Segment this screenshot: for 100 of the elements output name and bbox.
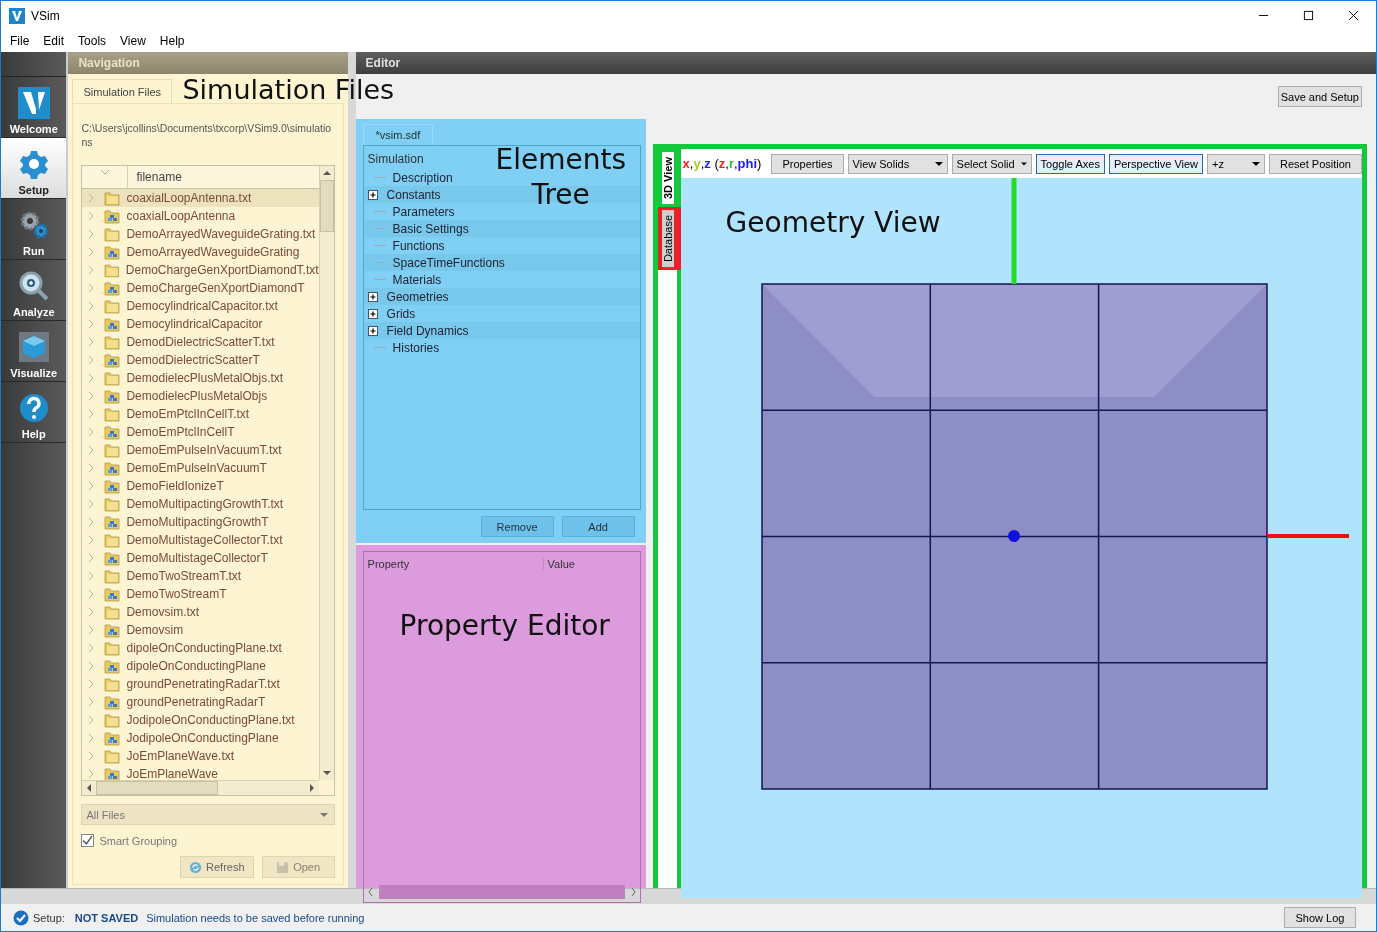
tree-item[interactable]: Functions: [392, 238, 445, 253]
file-row[interactable]: DemoMultipactingGrowthT: [82, 513, 319, 532]
rail-tab[interactable]: Analyze: [1, 260, 67, 321]
expand-icon[interactable]: [367, 308, 378, 319]
file-row[interactable]: DemoEmPulseInVacuumT.txt: [82, 441, 319, 460]
file-row[interactable]: JoEmPlaneWave: [82, 765, 319, 781]
scroll-left-icon[interactable]: [367, 888, 373, 896]
vertical-scrollbar[interactable]: [318, 166, 334, 781]
toolbar-dropdown[interactable]: View Solids: [847, 153, 948, 174]
rail-tab[interactable]: Welcome: [1, 77, 67, 138]
tree-item[interactable]: Histories: [392, 340, 440, 355]
expand-icon[interactable]: [367, 291, 378, 302]
rail-tab[interactable]: Visualize: [1, 321, 67, 382]
file-row[interactable]: groundPenetratingRadarT.txt: [82, 675, 319, 694]
file-row[interactable]: DemodielecPlusMetalObjs: [82, 387, 319, 406]
file-row[interactable]: DemoArrayedWaveguideGrating.txt: [82, 225, 319, 244]
file-row[interactable]: JoEmPlaneWave.txt: [82, 747, 319, 766]
maximize-icon[interactable]: [1303, 10, 1314, 21]
menu-item[interactable]: File: [3, 34, 37, 48]
filter-dropdown[interactable]: All Files: [81, 804, 335, 826]
close-icon[interactable]: [1348, 10, 1359, 21]
file-row[interactable]: DemoChargeGenXportDiamondT.txt: [82, 261, 319, 280]
file-row[interactable]: DemoEmPtclInCellT: [82, 423, 319, 442]
file-row[interactable]: DemoEmPtclInCellT.txt: [82, 405, 319, 424]
file-row[interactable]: DemocylindricalCapacitor.txt: [82, 297, 319, 316]
caret-icon: [319, 812, 328, 817]
file-row[interactable]: dipoleOnConductingPlane.txt: [82, 639, 319, 658]
file-row[interactable]: groundPenetratingRadarT: [82, 693, 319, 712]
column-header[interactable]: Property: [363, 558, 544, 570]
rail-tab[interactable]: Help: [1, 382, 67, 443]
menu-item[interactable]: Help: [152, 34, 192, 48]
tree-item[interactable]: Parameters: [392, 204, 455, 219]
save-button[interactable]: Save and Setup: [1277, 86, 1362, 107]
checkbox[interactable]: [81, 834, 95, 848]
horizontal-scrollbar[interactable]: [82, 780, 319, 796]
scroll-right-icon[interactable]: [630, 888, 636, 896]
file-row[interactable]: coaxialLoopAntenna: [82, 207, 319, 226]
file-row[interactable]: DemoTwoStreamT: [82, 585, 319, 604]
action-button[interactable]: Refresh: [180, 856, 254, 879]
app-logo-icon: [9, 7, 25, 24]
file-row[interactable]: DemoChargeGenXportDiamondT: [82, 279, 319, 298]
expand-icon[interactable]: [367, 189, 378, 200]
rail-tab[interactable]: Setup: [1, 138, 67, 199]
file-row[interactable]: DemoTwoStreamT.txt: [82, 567, 319, 586]
chevron-icon: [88, 589, 95, 600]
file-row[interactable]: coaxialLoopAntenna.txt: [82, 189, 319, 208]
file-row[interactable]: JodipoleOnConductingPlane: [82, 729, 319, 748]
file-row[interactable]: DemoMultipactingGrowthT.txt: [82, 495, 319, 514]
scroll-thumb[interactable]: [378, 885, 625, 899]
expand-icon[interactable]: [367, 325, 378, 336]
folder-group-icon: [104, 514, 121, 531]
toggle-button[interactable]: Perspective View: [1108, 153, 1204, 174]
file-row[interactable]: DemoEmPulseInVacuumT: [82, 459, 319, 478]
chevron-icon: [88, 715, 95, 726]
file-row[interactable]: DemoFieldIonizeT: [82, 477, 319, 496]
tree-item[interactable]: Constants: [386, 187, 441, 202]
file-row[interactable]: Demovsim: [82, 621, 319, 640]
tab[interactable]: *vsim.sdf: [362, 124, 434, 145]
chevron-icon: [88, 571, 95, 582]
column-header[interactable]: Value: [543, 558, 575, 570]
file-row[interactable]: DemodDielectricScatterT: [82, 351, 319, 370]
file-row[interactable]: JodipoleOnConductingPlane.txt: [82, 711, 319, 730]
tree-item[interactable]: Description: [392, 170, 453, 185]
scroll-thumb[interactable]: [96, 781, 219, 796]
toolbar-dropdown[interactable]: +z: [1207, 153, 1266, 174]
view-tab[interactable]: 3D View: [661, 152, 674, 204]
folder-icon: [104, 190, 121, 207]
file-row[interactable]: DemocylindricalCapacitor: [82, 315, 319, 334]
file-row[interactable]: DemodDielectricScatterT.txt: [82, 333, 319, 352]
file-row[interactable]: DemodielecPlusMetalObjs.txt: [82, 369, 319, 388]
file-row[interactable]: DemoMultistageCollectorT: [82, 549, 319, 568]
annotation-label: Elements Tree: [495, 142, 626, 212]
toolbar-dropdown[interactable]: Select Solid: [951, 153, 1032, 174]
scroll-up-icon[interactable]: [322, 171, 331, 176]
menu-item[interactable]: Edit: [36, 34, 72, 48]
tree-item[interactable]: Materials: [392, 272, 442, 287]
folder-icon: [104, 568, 121, 585]
file-row[interactable]: dipoleOnConductingPlane: [82, 657, 319, 676]
tab[interactable]: Simulation Files: [72, 79, 173, 103]
show-log-button[interactable]: Show Log: [1284, 907, 1356, 928]
file-row[interactable]: DemoMultistageCollectorT.txt: [82, 531, 319, 550]
scroll-thumb[interactable]: [319, 180, 334, 233]
view-tab[interactable]: Database: [661, 210, 674, 268]
tree-button[interactable]: Add: [561, 516, 635, 537]
folder-icon: [104, 226, 121, 243]
menu-item[interactable]: View: [113, 34, 153, 48]
file-row[interactable]: DemoArrayedWaveguideGrating: [82, 243, 319, 262]
rail-tab[interactable]: Run: [1, 199, 67, 260]
scroll-down-icon[interactable]: [322, 771, 331, 776]
toolbar-button[interactable]: Reset Position: [1269, 153, 1362, 174]
scroll-right-icon[interactable]: [309, 784, 314, 793]
tree-item[interactable]: Grids: [386, 306, 416, 321]
magnifier-icon: [17, 270, 50, 302]
scroll-left-icon[interactable]: [87, 784, 92, 793]
menu-item[interactable]: Tools: [71, 34, 114, 48]
tree-item[interactable]: Simulation: [363, 149, 424, 169]
toggle-button[interactable]: Toggle Axes: [1035, 153, 1105, 174]
file-row[interactable]: Demovsim.txt: [82, 603, 319, 622]
tree-button[interactable]: Remove: [480, 516, 554, 537]
toolbar-button[interactable]: Properties: [771, 153, 844, 174]
